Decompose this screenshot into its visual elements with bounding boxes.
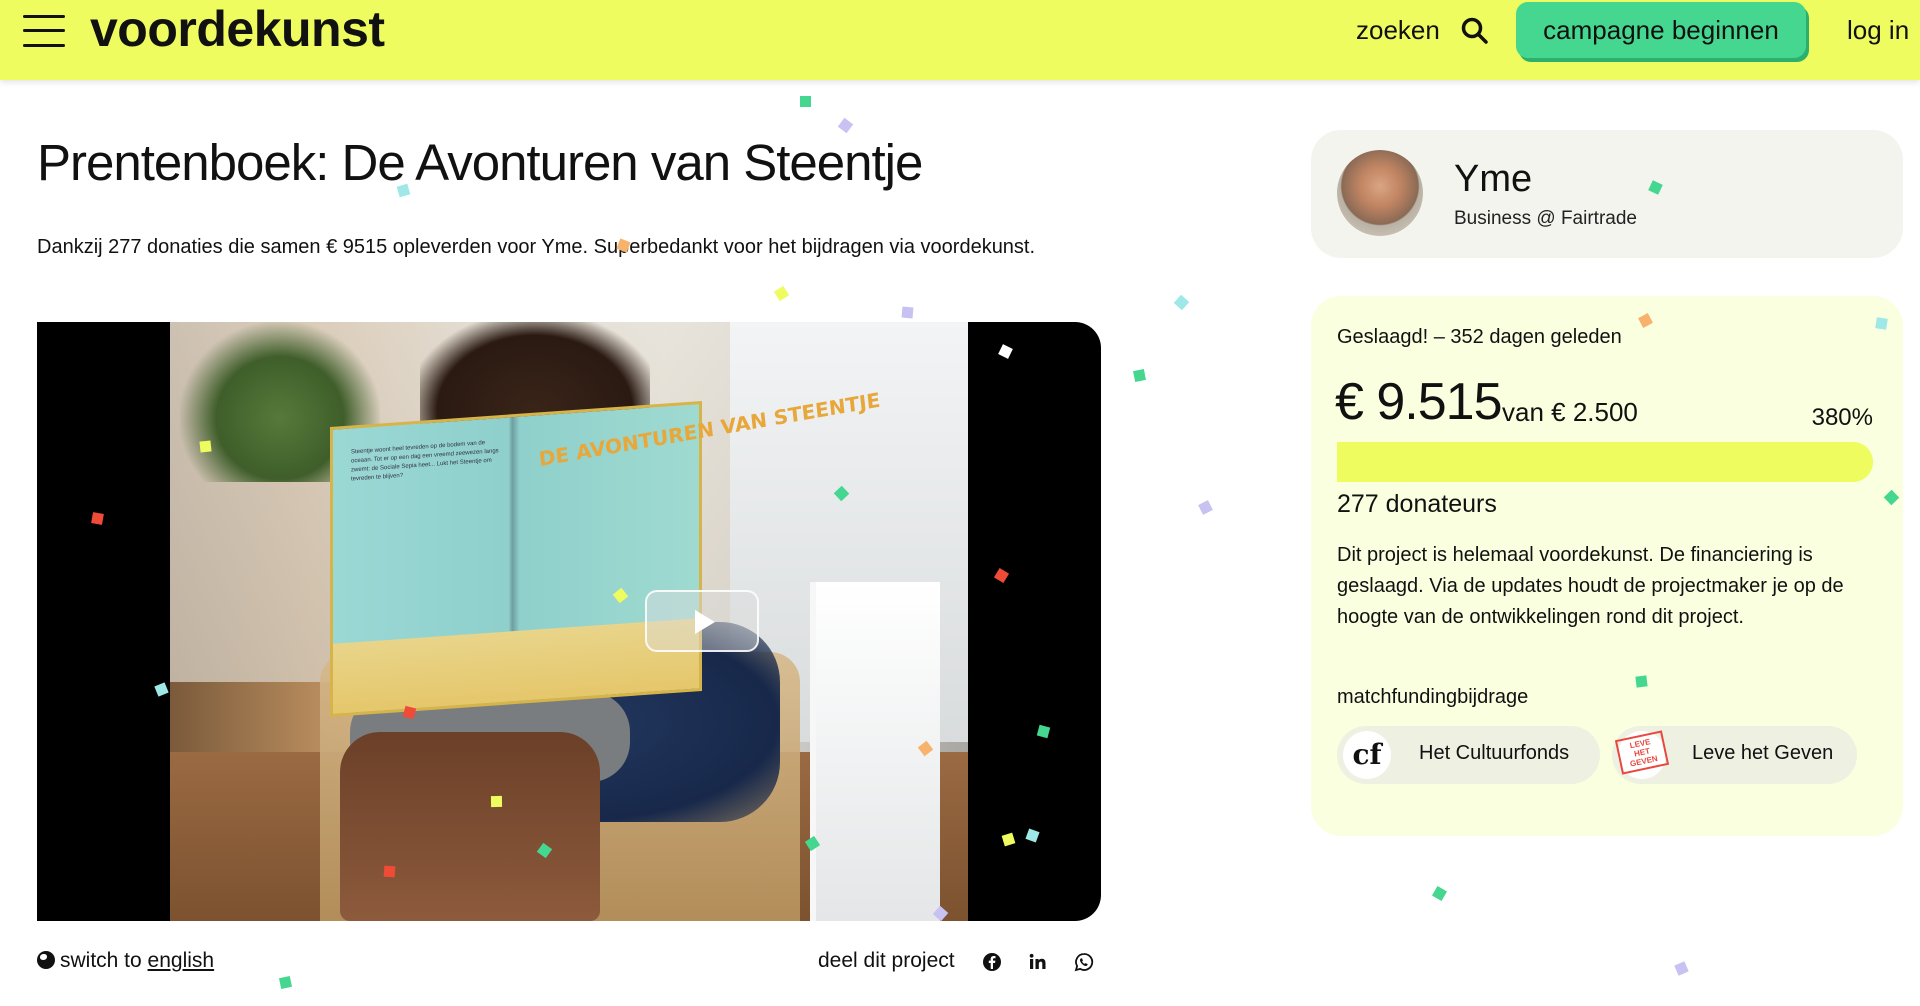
linkedin-icon[interactable]	[1028, 952, 1048, 972]
site-logo[interactable]: voordekunst	[90, 0, 385, 58]
confetti-piece	[1133, 369, 1146, 382]
menu-icon[interactable]	[23, 14, 65, 48]
partner-label: Leve het Geven	[1692, 742, 1834, 764]
project-summary: Dankzij 277 donaties die samen € 9515 op…	[37, 236, 1036, 258]
confetti-piece	[1674, 961, 1689, 976]
confetti-piece	[490, 795, 503, 808]
book-back-text: Steentje woont heel tevreden op de bodem…	[351, 440, 499, 483]
language-switch-link[interactable]: english	[148, 949, 215, 972]
creator-name[interactable]: Yme	[1454, 158, 1532, 201]
confetti-piece	[383, 865, 396, 878]
partner-label: Het Cultuurfonds	[1419, 742, 1570, 764]
cultuurfonds-logo: cf	[1343, 731, 1391, 779]
confetti-piece	[278, 975, 293, 990]
progress-bar	[1337, 442, 1873, 482]
matchfunding-label: matchfundingbijdrage	[1337, 686, 1529, 708]
confetti-piece	[773, 285, 790, 302]
picture-book: Steentje woont heel tevreden op de bodem…	[330, 388, 881, 718]
confetti-piece	[1431, 885, 1448, 902]
play-button[interactable]	[645, 590, 759, 652]
partner-cultuurfonds[interactable]: cf Het Cultuurfonds	[1337, 726, 1600, 784]
project-video[interactable]: Steentje woont heel tevreden op de bodem…	[37, 322, 1101, 921]
funding-description: Dit project is helemaal voordekunst. De …	[1337, 544, 1844, 628]
search-link[interactable]: zoeken	[1356, 15, 1440, 46]
top-navigation-bar: voordekunst zoeken campagne beginnen log…	[0, 0, 1920, 80]
confetti-piece	[1173, 294, 1190, 311]
donor-count: 277 donateurs	[1337, 490, 1497, 518]
share-label: deel dit project	[818, 949, 955, 972]
confetti-piece	[1198, 500, 1213, 515]
confetti-piece	[91, 512, 104, 525]
leve-het-geven-logo: LEVE HET GEVEN	[1614, 730, 1670, 779]
funding-status: Geslaagd! – 352 dagen geleden	[1337, 326, 1622, 348]
creator-avatar[interactable]	[1337, 150, 1423, 236]
confetti-piece	[199, 440, 212, 453]
confetti-piece	[800, 96, 811, 107]
facebook-icon[interactable]	[982, 952, 1002, 972]
progress-fill	[1337, 442, 1873, 482]
search-icon[interactable]	[1460, 16, 1490, 46]
language-switch: switch to english	[37, 949, 214, 973]
creator-card[interactable]: Yme Business @ Fairtrade	[1311, 130, 1903, 258]
confetti-piece	[1635, 675, 1648, 688]
confetti-piece	[901, 306, 914, 319]
raised-amount: € 9.515	[1335, 373, 1502, 431]
login-link[interactable]: log in	[1847, 15, 1909, 46]
globe-icon	[37, 951, 55, 969]
creator-role: Business @ Fairtrade	[1454, 208, 1637, 229]
confetti-piece	[1875, 317, 1888, 330]
goal-amount: van € 2.500	[1502, 397, 1638, 427]
funding-percent: 380%	[1811, 404, 1873, 431]
language-switch-prefix: switch to	[60, 949, 142, 972]
funding-card: Geslaagd! – 352 dagen geleden € 9.515 va…	[1311, 296, 1903, 836]
whatsapp-icon[interactable]	[1074, 952, 1094, 972]
confetti-piece	[837, 117, 854, 134]
project-title: Prentenboek: De Avonturen van Steentje	[37, 134, 923, 191]
partner-leve-het-geven[interactable]: LEVE HET GEVEN Leve het Geven	[1612, 726, 1857, 784]
video-thumbnail: Steentje woont heel tevreden op de bodem…	[170, 322, 968, 921]
start-campaign-button[interactable]: campagne beginnen	[1516, 2, 1806, 58]
